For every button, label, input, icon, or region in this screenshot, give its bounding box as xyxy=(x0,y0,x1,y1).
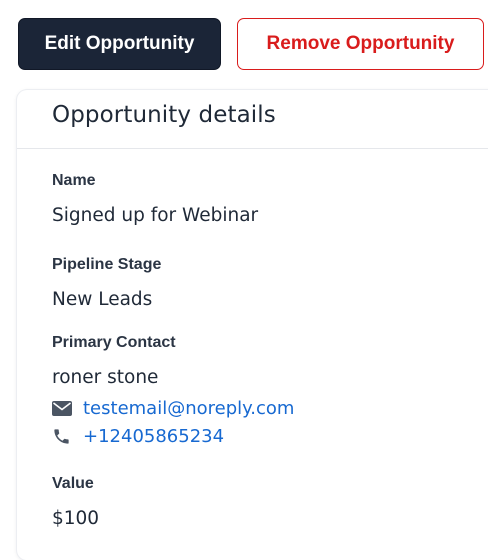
pipeline-stage-value: New Leads xyxy=(52,289,153,310)
name-value: Signed up for Webinar xyxy=(52,205,259,226)
contact-phone-row: +12405865234 xyxy=(52,424,224,448)
envelope-icon xyxy=(52,398,74,418)
remove-opportunity-button[interactable]: Remove Opportunity xyxy=(237,18,484,70)
opportunity-details-card: Opportunity details Name Signed up for W… xyxy=(17,90,488,560)
value-amount: $100 xyxy=(52,508,100,529)
primary-contact-name: roner stone xyxy=(52,367,159,388)
value-label: Value xyxy=(52,475,94,492)
pipeline-stage-label: Pipeline Stage xyxy=(52,256,162,273)
contact-email-link[interactable]: testemail@noreply.com xyxy=(83,398,294,419)
edit-opportunity-button[interactable]: Edit Opportunity xyxy=(18,18,221,70)
primary-contact-label: Primary Contact xyxy=(52,334,176,351)
card-header: Opportunity details xyxy=(17,90,488,149)
phone-icon xyxy=(52,426,74,446)
contact-email-row: testemail@noreply.com xyxy=(52,396,294,420)
name-label: Name xyxy=(52,172,96,189)
contact-phone-link[interactable]: +12405865234 xyxy=(83,426,224,447)
action-toolbar: Edit Opportunity Remove Opportunity xyxy=(0,0,488,90)
card-title: Opportunity details xyxy=(52,102,276,128)
